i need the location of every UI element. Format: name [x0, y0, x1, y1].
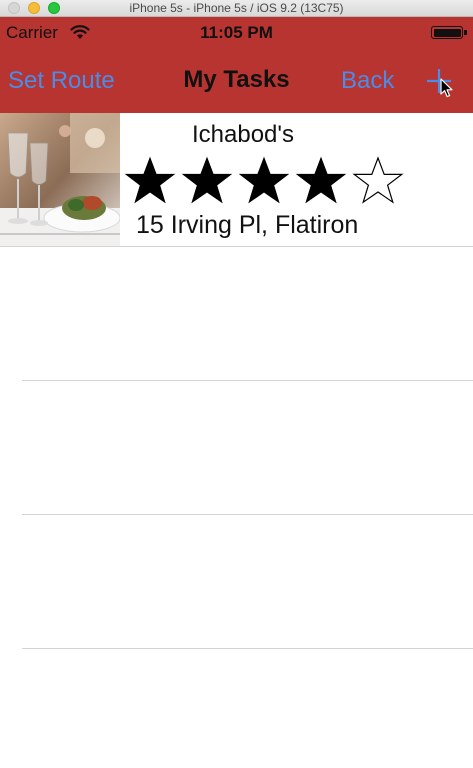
star-filled-icon[interactable] [124, 155, 176, 207]
page-title: My Tasks [183, 66, 290, 93]
back-button[interactable]: Back [341, 67, 394, 95]
restaurant-table-photo [0, 113, 120, 247]
battery-icon [431, 26, 467, 39]
task-address: 15 Irving Pl, Flatiron [136, 211, 359, 239]
star-filled-icon[interactable] [238, 155, 290, 207]
mouse-cursor-icon [440, 78, 453, 98]
window-title: iPhone 5s - iPhone 5s / iOS 9.2 (13C75) [129, 1, 344, 15]
navigation-bar: Set Route My Tasks Back [0, 47, 473, 113]
row-divider [22, 648, 473, 649]
star-filled-icon[interactable] [181, 155, 233, 207]
task-name: Ichabod's [192, 121, 294, 148]
task-list: Ichabod's 15 Irving Pl, Flatiron [0, 113, 473, 768]
simulator-window-titlebar: iPhone 5s - iPhone 5s / iOS 9.2 (13C75) [0, 0, 473, 17]
app-header: Carrier 11:05 PM Set Route My Tasks Back [0, 17, 473, 113]
task-row[interactable]: Ichabod's 15 Irving Pl, Flatiron [0, 113, 473, 247]
star-rating[interactable] [124, 155, 409, 207]
star-filled-icon[interactable] [295, 155, 347, 207]
star-empty-icon[interactable] [352, 155, 404, 207]
status-bar: Carrier 11:05 PM [0, 17, 473, 47]
empty-row[interactable] [0, 247, 473, 381]
empty-row[interactable] [0, 515, 473, 649]
status-time: 11:05 PM [200, 23, 273, 42]
empty-row[interactable] [0, 381, 473, 515]
